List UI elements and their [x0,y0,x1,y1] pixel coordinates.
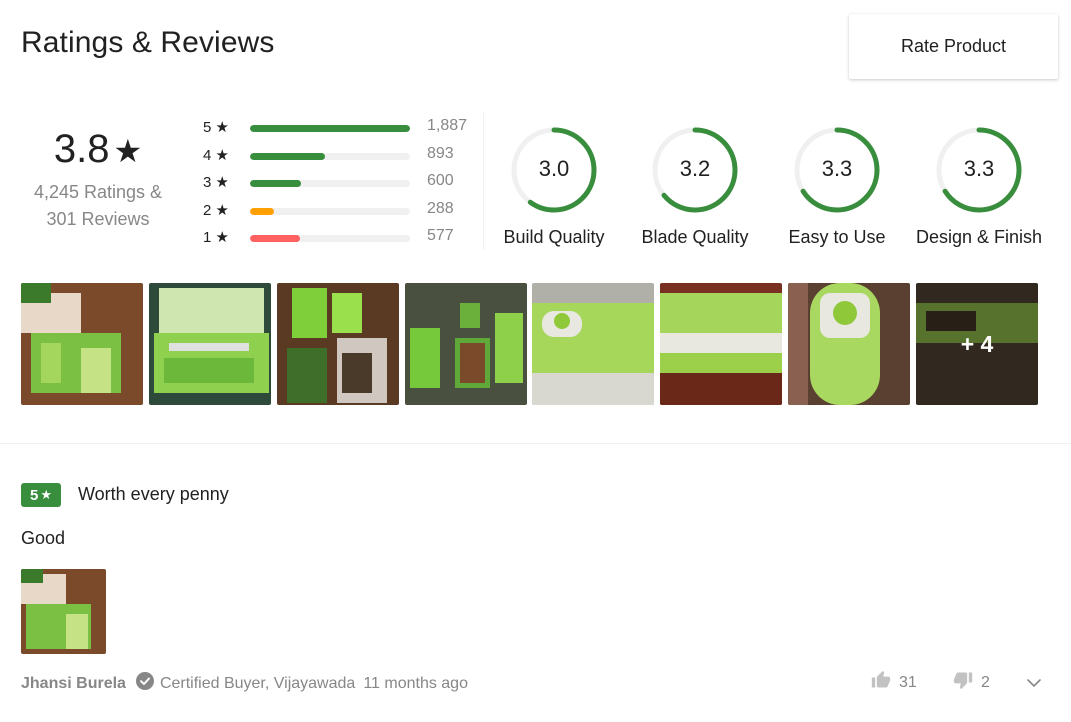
section-divider [0,443,1071,444]
thumbs-down-icon [953,670,973,695]
certified-check-icon [135,672,154,695]
review-time: 11 months ago [363,674,468,692]
aspect-easy-to-use: 3.3 Easy to Use [767,125,907,248]
bar-count: 893 [427,145,454,162]
review-photo[interactable] [277,283,399,405]
review-rating-badge: 5 ★ [21,483,61,507]
review-photo[interactable] [532,283,654,405]
review-photo[interactable] [660,283,782,405]
overall-rating-value: 3.8 [53,127,110,171]
review-photo[interactable] [788,283,910,405]
bar-count: 577 [427,227,454,244]
overall-rating-summary: 3.8 ★ 4,245 Ratings & 301 Reviews [20,125,176,233]
bar-track [250,208,410,215]
aspect-build-quality: 3.0 Build Quality [484,125,624,248]
review-photo[interactable] [149,283,271,405]
review-rating-value: 5 [30,486,39,504]
aspect-label: Build Quality [503,227,605,247]
star-icon: ★ [113,133,143,169]
bar-star-label: 5 ★ [203,119,229,136]
bar-star-label: 1 ★ [203,229,229,246]
like-button[interactable]: 31 [871,670,917,695]
rating-bar-1: 1 ★ 577 [200,225,470,246]
review-body: Good [21,528,66,548]
bar-track [250,125,410,132]
overall-rating: 3.8 ★ [20,125,176,175]
bar-fill [250,180,302,187]
bar-fill [250,235,300,242]
review-photo[interactable] [21,569,106,654]
star-icon: ★ [215,202,229,219]
review-photo[interactable] [21,283,143,405]
bar-count: 288 [427,200,454,217]
bar-fill [250,153,326,160]
bar-count: 1,887 [427,117,468,134]
rating-bar-2: 2 ★ 288 [200,198,470,219]
aspect-value: 3.0 [538,156,570,181]
bar-track [250,235,410,242]
aspect-blade-quality: 3.2 Blade Quality [625,125,765,248]
bar-fill [250,208,274,215]
star-icon: ★ [215,147,229,164]
bar-count: 600 [427,172,454,189]
star-icon: ★ [215,174,229,191]
ratings-count: 4,245 Ratings & [33,182,163,202]
aspect-label: Easy to Use [788,227,886,247]
star-icon: ★ [215,229,229,246]
aspect-design-finish: 3.3 Design & Finish [909,125,1049,248]
bar-track [250,180,410,187]
bar-star-label: 2 ★ [203,202,229,219]
bar-star-label: 4 ★ [203,147,229,164]
chevron-down-icon[interactable] [1025,674,1043,697]
dislike-button[interactable]: 2 [953,670,990,695]
review-photo-more[interactable]: + 4 [916,283,1038,405]
thumbs-up-icon [871,670,891,695]
aspect-value: 3.3 [963,156,995,181]
bar-fill [250,125,410,132]
aspect-label: Design & Finish [915,227,1043,247]
more-photos-label: + 4 [916,283,1038,405]
aspect-value: 3.3 [821,156,853,181]
rate-product-button[interactable]: Rate Product [849,14,1058,79]
reviews-count: 301 Reviews [46,209,150,229]
rating-bar-4: 4 ★ 893 [200,143,470,164]
reviewer-name: Jhansi Burela [21,674,126,692]
certified-buyer-text: Certified Buyer, Vijayawada [159,674,356,692]
review-title: Worth every penny [78,484,229,504]
aspect-label: Blade Quality [641,227,749,247]
review-photo[interactable] [405,283,527,405]
like-count: 31 [899,673,917,691]
rating-bar-5: 5 ★ 1,887 [200,115,470,136]
bar-star-label: 3 ★ [203,174,229,191]
bar-track [250,153,410,160]
dislike-count: 2 [981,673,990,691]
rating-bar-3: 3 ★ 600 [200,170,470,191]
aspect-value: 3.2 [679,156,711,181]
star-icon: ★ [40,487,52,502]
page-title: Ratings & Reviews [21,26,275,59]
star-icon: ★ [215,119,229,136]
review-meta: Jhansi Burela Certified Buyer, Vijayawad… [21,672,468,695]
